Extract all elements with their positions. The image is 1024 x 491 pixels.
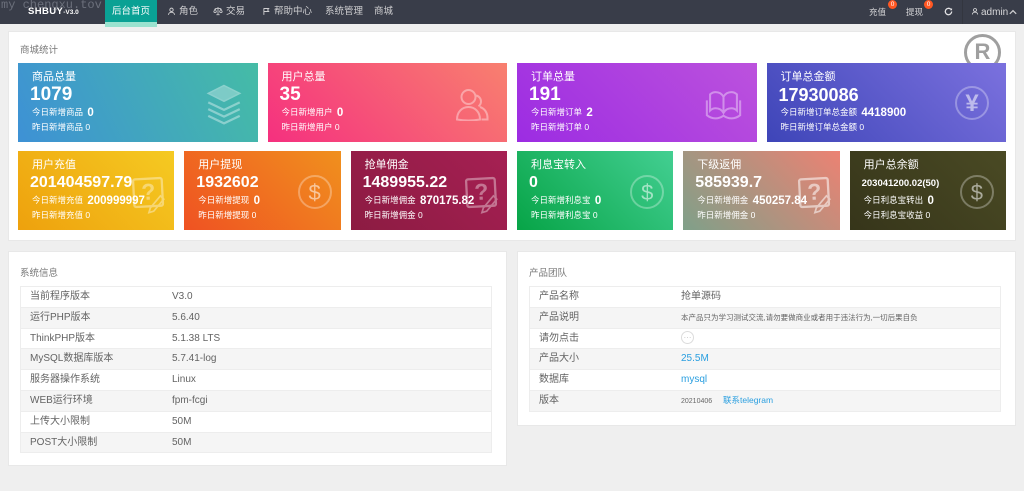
svg-text:?: ? bbox=[806, 178, 821, 205]
svg-text:?: ? bbox=[474, 178, 489, 205]
svg-text:?: ? bbox=[141, 178, 156, 205]
